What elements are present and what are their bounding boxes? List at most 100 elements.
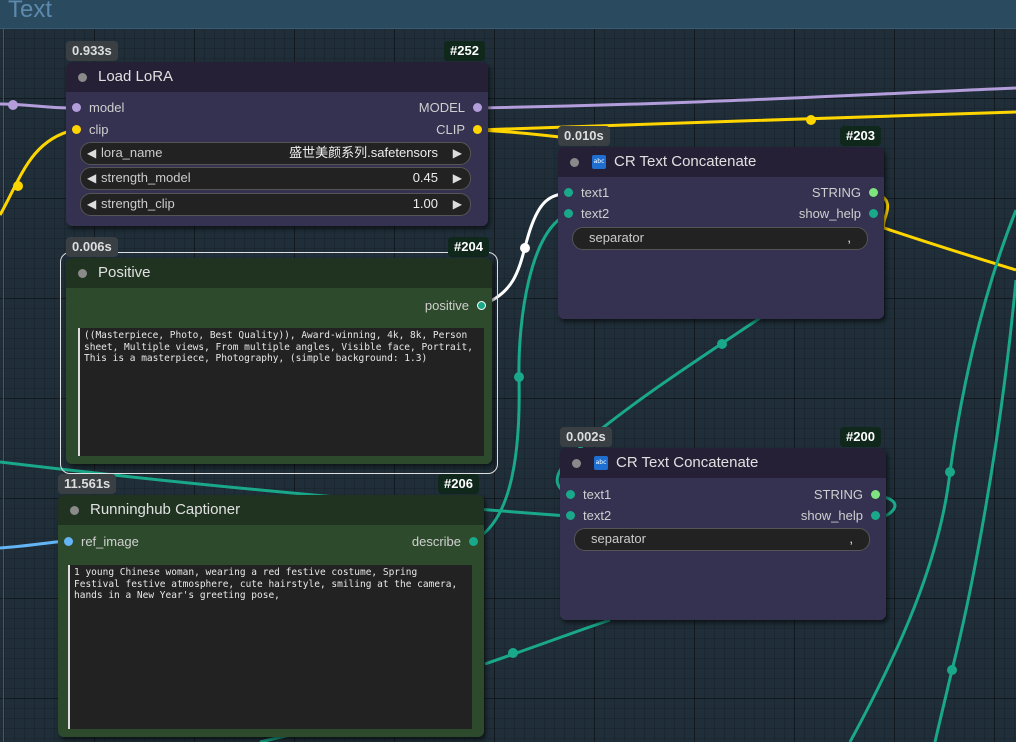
execution-time-badge: 0.010s [558,126,610,146]
node-id-badge: #206 [438,474,479,494]
slot-dot-icon[interactable] [72,103,81,112]
slot-label: show_help [798,206,861,221]
slot-label: model [89,100,125,115]
slot-dot-icon[interactable] [473,103,482,112]
input-slot-text2[interactable]: text2 [566,508,611,524]
slot-dot-icon[interactable] [64,537,73,546]
node-title: Positive [98,264,151,281]
slot-label: text2 [581,206,610,221]
slot-dot-icon[interactable] [871,490,880,499]
circle-dot-icon[interactable] [570,158,579,167]
slot-dot-icon[interactable] [566,490,575,499]
slot-dot-icon[interactable] [564,188,573,197]
widget-value: 1.00 [412,196,438,211]
output-slot-string[interactable]: STRING [812,185,878,201]
widget-lora-name[interactable]: ◀ lora_name 盛世美颜系列.safetensors ▶ [80,142,471,165]
widget-label: strength_model [101,170,191,185]
arrow-right-icon[interactable]: ▶ [453,194,462,214]
slot-dot-icon[interactable] [469,537,478,546]
slot-dot-icon[interactable] [871,511,880,520]
node-id-badge: #252 [444,41,485,61]
widget-value: 0.45 [412,170,438,185]
output-slot-model[interactable]: MODEL [419,100,482,116]
output-slot-positive[interactable]: positive [425,298,486,314]
execution-time-badge: 0.933s [66,41,118,61]
input-slot-ref-image[interactable]: ref_image [64,534,139,550]
widget-label: separator [591,531,646,546]
slot-dot-icon[interactable] [477,301,486,310]
node-title-bar[interactable]: abc CR Text Concatenate [560,448,886,478]
input-slot-text1[interactable]: text1 [564,185,609,201]
widget-label: separator [589,230,644,245]
wire-string-out-203 [873,191,1016,272]
text-abc-icon: abc [592,155,606,169]
execution-time-badge: 11.561s [58,474,117,494]
widget-strength-model[interactable]: ◀ strength_model 0.45 ▶ [80,167,471,190]
execution-time-badge: 0.006s [66,237,118,257]
wire-reroute-dot [514,372,524,382]
caption-textarea[interactable]: 1 young Chinese woman, wearing a red fes… [68,565,472,729]
output-slot-string[interactable]: STRING [814,487,880,503]
wire-reroute-dot [8,100,18,110]
circle-dot-icon[interactable] [78,73,87,82]
circle-dot-icon[interactable] [78,269,87,278]
node-id-badge: #200 [840,427,881,447]
arrow-left-icon[interactable]: ◀ [87,168,96,188]
output-slot-show-help[interactable]: show_help [799,206,878,222]
widget-separator[interactable]: separator , [572,227,868,250]
widget-label: lora_name [101,145,163,160]
slot-dot-icon[interactable] [72,125,81,134]
wire-reroute-dot [945,467,955,477]
arrow-left-icon[interactable]: ◀ [87,194,96,214]
wire-right-2 [933,279,1016,742]
node-id-badge: #204 [448,237,489,257]
widget-separator[interactable]: separator , [574,528,870,551]
wire-model-out [477,86,1016,110]
slot-dot-icon[interactable] [869,188,878,197]
slot-label: STRING [811,185,861,200]
node-title-bar[interactable]: abc CR Text Concatenate [558,147,884,177]
slot-dot-icon[interactable] [566,511,575,520]
wire-reroute-dot [947,665,957,675]
slot-dot-icon[interactable] [869,209,878,218]
wire-clip-in [0,128,75,216]
slot-label: text1 [583,487,612,502]
slot-label: show_help [800,508,863,523]
node-title-bar[interactable]: Runninghub Captioner [58,495,484,525]
input-slot-model[interactable]: model [72,100,124,116]
slot-label: describe [411,534,461,549]
slot-dot-icon[interactable] [473,125,482,134]
node-title-bar[interactable]: Load LoRA [66,62,488,92]
arrow-right-icon[interactable]: ▶ [453,143,462,163]
arrow-right-icon[interactable]: ▶ [453,168,462,188]
output-slot-describe[interactable]: describe [412,534,478,550]
circle-dot-icon[interactable] [572,459,581,468]
node-title: CR Text Concatenate [614,153,757,170]
slot-label: clip [89,122,109,137]
input-slot-clip[interactable]: clip [72,122,109,138]
widget-strength-clip[interactable]: ◀ strength_clip 1.00 ▶ [80,193,471,216]
node-title: CR Text Concatenate [616,454,759,471]
widget-label: strength_clip [101,196,175,211]
arrow-left-icon[interactable]: ◀ [87,143,96,163]
slot-label: positive [424,298,469,313]
widget-value: , [847,230,851,245]
node-title: Load LoRA [98,68,174,85]
wire-reroute-dot [717,339,727,349]
slot-label: text1 [581,185,610,200]
slot-dot-icon[interactable] [564,209,573,218]
prompt-textarea[interactable]: ((Masterpiece, Photo, Best Quality)), Aw… [78,328,484,456]
input-slot-text2[interactable]: text2 [564,206,609,222]
node-title-bar[interactable]: Positive [66,258,492,288]
wire-bottom-1 [484,618,611,666]
input-slot-text1[interactable]: text1 [566,487,611,503]
output-slot-show-help[interactable]: show_help [801,508,880,524]
slot-label: MODEL [418,100,465,115]
wire-reroute-dot [520,243,530,253]
output-slot-clip[interactable]: CLIP [436,122,482,138]
widget-value: , [849,531,853,546]
widget-value: 盛世美颜系列.safetensors [289,145,438,160]
wire-clip-out-2 [477,128,561,139]
circle-dot-icon[interactable] [70,506,79,515]
slot-label: STRING [813,487,863,502]
